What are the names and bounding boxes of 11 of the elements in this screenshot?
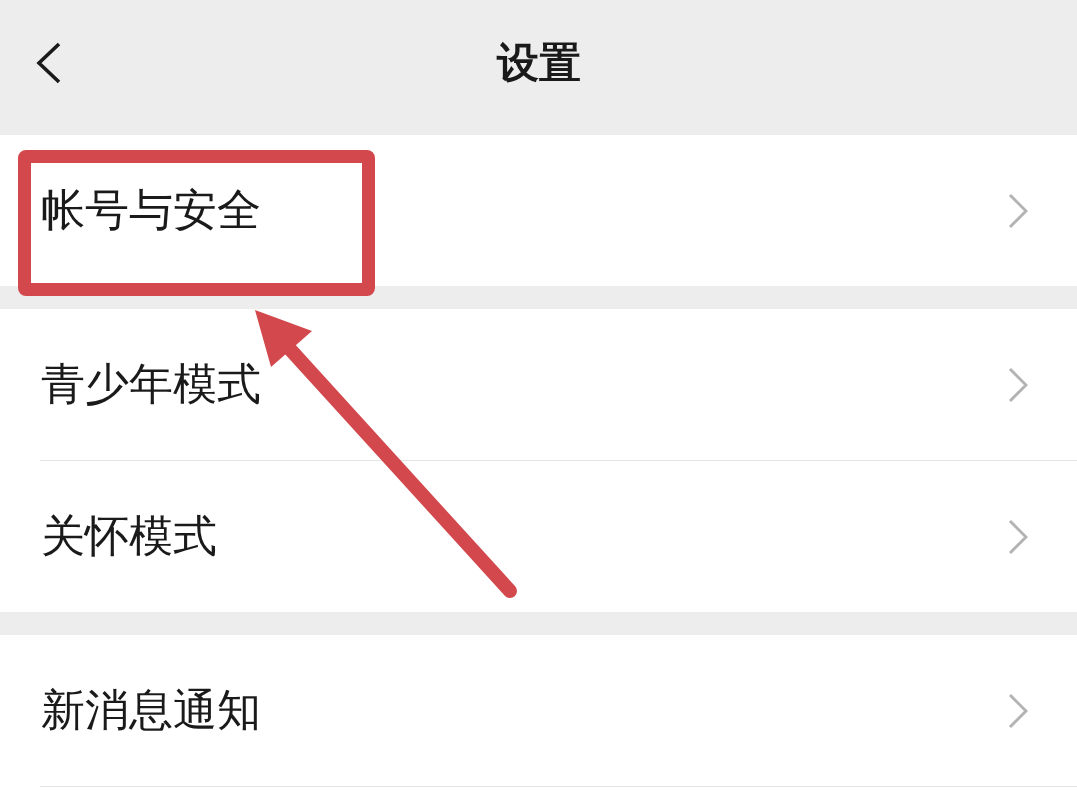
back-button[interactable] bbox=[36, 41, 62, 84]
chevron-right-icon bbox=[1008, 518, 1028, 555]
settings-item[interactable]: 新消息通知 bbox=[0, 635, 1077, 786]
settings-item[interactable]: 帐号与安全 bbox=[0, 135, 1077, 286]
settings-item[interactable]: 关怀模式 bbox=[0, 461, 1077, 612]
chevron-right-icon bbox=[1008, 366, 1028, 403]
page-title: 设置 bbox=[496, 38, 581, 89]
chevron-right-icon bbox=[1008, 192, 1028, 229]
back-icon bbox=[36, 41, 62, 84]
settings-item[interactable]: 青少年模式 bbox=[0, 309, 1077, 460]
chevron-right-icon bbox=[1008, 692, 1028, 729]
